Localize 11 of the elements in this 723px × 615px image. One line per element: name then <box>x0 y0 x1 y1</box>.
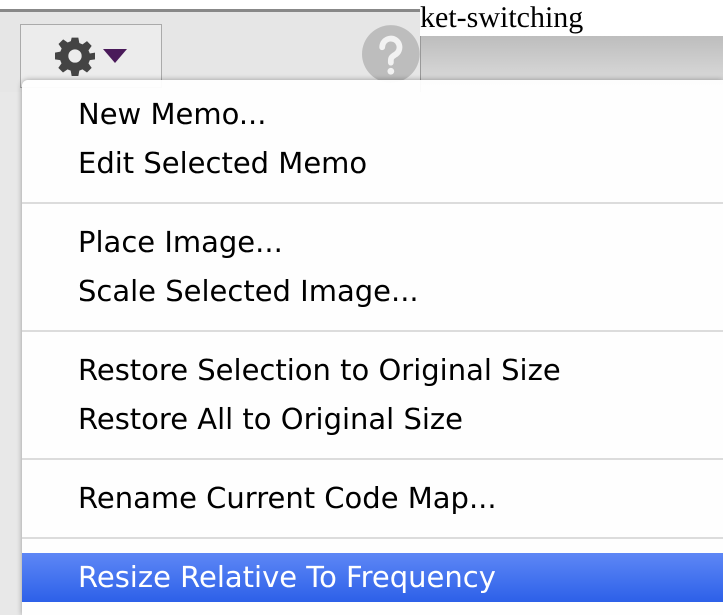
menu-item[interactable]: Restore All to Original Size <box>22 395 723 444</box>
menu-item[interactable]: Edit Selected Memo <box>22 139 723 188</box>
menu-item[interactable]: Scale Selected Image... <box>22 267 723 316</box>
menu-item[interactable]: Restore Selection to Original Size <box>22 346 723 395</box>
gear-icon <box>55 36 96 76</box>
menu-item[interactable]: Rename Current Code Map... <box>22 474 723 523</box>
caret-icon <box>103 49 128 63</box>
menu-item[interactable]: New Memo... <box>22 90 723 139</box>
menu-item[interactable]: Resize Relative To Frequency <box>22 553 723 602</box>
menu-item[interactable]: Place Image... <box>22 218 723 267</box>
document-text: ket-switching <box>420 0 584 36</box>
